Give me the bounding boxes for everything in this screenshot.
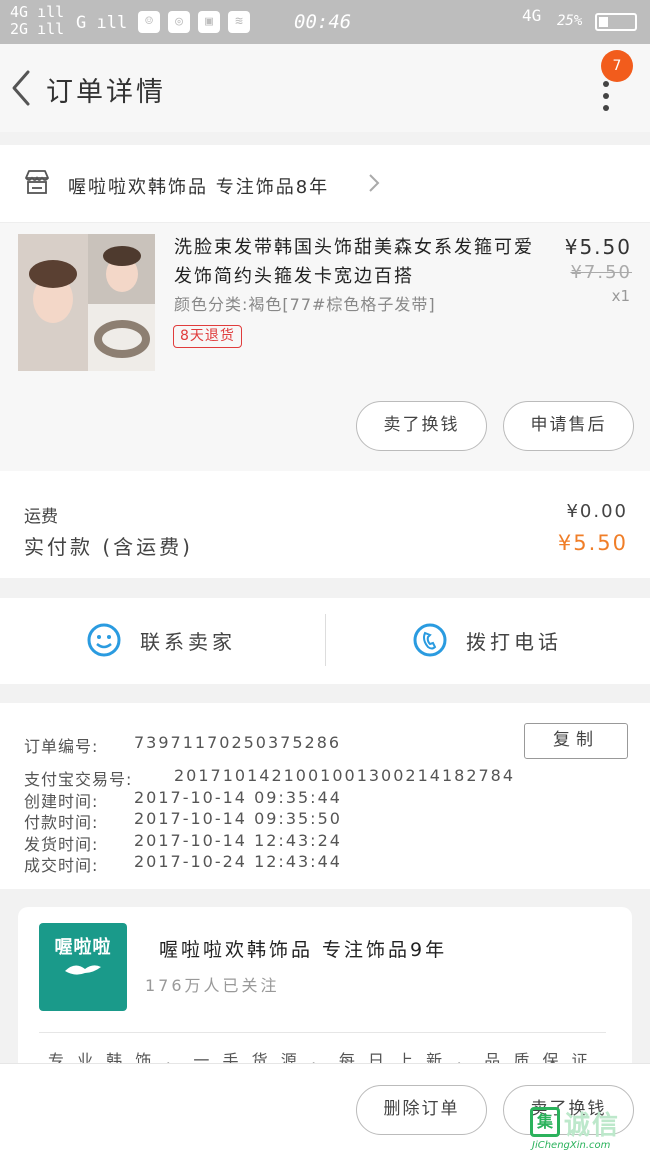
shipping-value: ¥0.00 [566,501,628,522]
shop-logo: 喔啦啦 [39,923,127,1011]
product-item: 洗脸束发带韩国头饰甜美森女系发箍可爱发饰简约头箍发卡宽边百搭 颜色分类:褐色[7… [0,223,650,471]
back-arrow-icon[interactable] [8,66,38,110]
watermark-logo-icon: 集 [530,1107,560,1137]
chevron-right-icon [369,174,380,192]
call-phone-button[interactable]: 拨打电话 [326,598,650,684]
watermark-url: JiChengXin.com [532,1140,611,1151]
notification-badge: 7 [601,50,633,82]
store-icon [25,170,49,194]
order-number-row: 订单编号: 73971170250375286 [24,733,342,756]
contact-bar: 联系卖家 拨打电话 [0,598,650,684]
product-price: ¥5.50 [564,235,632,259]
shipping-label: 运费 [24,507,58,527]
app-header: 订单详情 7 [0,44,650,132]
return-policy-tag: 8天退货 [173,325,242,348]
notification-icon: ▣ [198,11,220,33]
data-icon: ≋ [228,11,250,33]
product-photo [18,234,155,371]
order-info: 订单编号: 73971170250375286 复制 支付宝交易号: 2017101… [0,703,650,889]
apply-aftersale-button[interactable]: 申请售后 [503,401,634,451]
alipay-trade-row: 支付宝交易号: 2017101421001001300214182784 [24,766,516,789]
network-indicator: 4G ıll 2G ıll [10,3,65,38]
battery-percent: 25% [557,13,583,29]
watermark-text: 诚信 [564,1111,621,1141]
shop-card-name: 喔啦啦欢韩饰品 专注饰品9年 [159,939,448,961]
original-price: ¥7.50 [570,262,632,283]
wechat-icon: ☺ [138,11,160,33]
product-name[interactable]: 洗脸束发带韩国头饰甜美森女系发箍可爱发饰简约头箍发卡宽边百搭 [174,233,544,291]
product-quantity: x1 [611,287,630,305]
network-g-indicator: G ıll [76,13,128,33]
delete-order-button[interactable]: 删除订单 [356,1085,487,1135]
shop-row[interactable]: 喔啦啦欢韩饰品 专注饰品8年 [0,145,650,223]
product-thumbnail[interactable] [18,234,155,371]
bird-logo-icon [65,965,101,975]
status-bar: 4G ıll 2G ıll G ıll ☺ ◎ ▣ ≋ 00:46 4G 25% [0,0,650,44]
chat-icon [87,623,121,657]
network-right-indicator: 4G [522,6,542,25]
shop-logo-text: 喔啦啦 [54,937,112,958]
clock: 00:46 [294,11,352,33]
battery-icon [595,13,637,31]
completed-time-row: 成交时间: 2017-10-24 12:43:44 [24,852,342,875]
phone-icon [413,623,447,657]
shop-card[interactable]: 喔啦啦 喔啦啦欢韩饰品 专注饰品9年 176万人已关注 专 业 韩 饰 ， 一 … [18,907,632,1077]
sell-exchange-button[interactable]: 卖了换钱 [356,401,487,451]
contact-seller-button[interactable]: 联系卖家 [0,598,325,684]
paid-time-row: 付款时间: 2017-10-14 09:35:50 [24,809,342,832]
shop-name: 喔啦啦欢韩饰品 专注饰品8年 [68,177,330,198]
copy-button[interactable]: 复制 [524,723,628,759]
contact-seller-label: 联系卖家 [140,630,236,654]
call-phone-label: 拨打电话 [466,630,562,654]
watermark: 集 诚信 JiChengXin.com [530,1103,648,1153]
more-menu-icon[interactable] [596,78,616,118]
divider [39,1032,606,1033]
page-title: 订单详情 [46,77,166,108]
weibo-icon: ◎ [168,11,190,33]
paid-label: 实付款 (含运费) [24,535,193,559]
shop-followers: 176万人已关注 [145,976,280,995]
product-sku: 颜色分类:褐色[77#棕色格子发带] [174,295,436,314]
payment-summary: 运费 ¥0.00 实付款 (含运费) ¥5.50 [0,471,650,578]
paid-value: ¥5.50 [557,531,628,555]
